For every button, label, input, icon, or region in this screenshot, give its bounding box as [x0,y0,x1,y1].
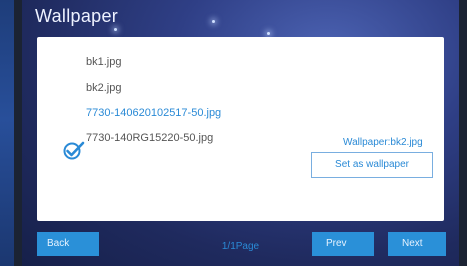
file-item[interactable]: 7730-140RG15220-50.jpg [86,132,213,144]
file-list-panel: bk1.jpg bk2.jpg 7730-140620102517-50.jpg… [37,37,444,252]
set-as-wallpaper-button[interactable]: Set as wallpaper [311,152,433,178]
file-item[interactable]: bk1.jpg [86,56,121,68]
checkmark-circle-icon [63,141,85,160]
star-decoration [212,20,215,23]
file-item[interactable]: bk2.jpg [86,82,121,94]
back-button[interactable]: Back [37,232,99,256]
wallpaper-screen: Wallpaper bk1.jpg bk2.jpg 7730-140620102… [22,0,459,266]
current-wallpaper-label: Wallpaper:bk2.jpg [343,137,423,148]
left-edge-strip [0,0,14,266]
page-title: Wallpaper [35,6,119,26]
prev-button[interactable]: Prev [312,232,374,256]
next-button[interactable]: Next [388,232,446,256]
star-decoration [267,32,270,35]
star-decoration [114,28,117,31]
file-item-selected[interactable]: 7730-140620102517-50.jpg [86,107,221,119]
